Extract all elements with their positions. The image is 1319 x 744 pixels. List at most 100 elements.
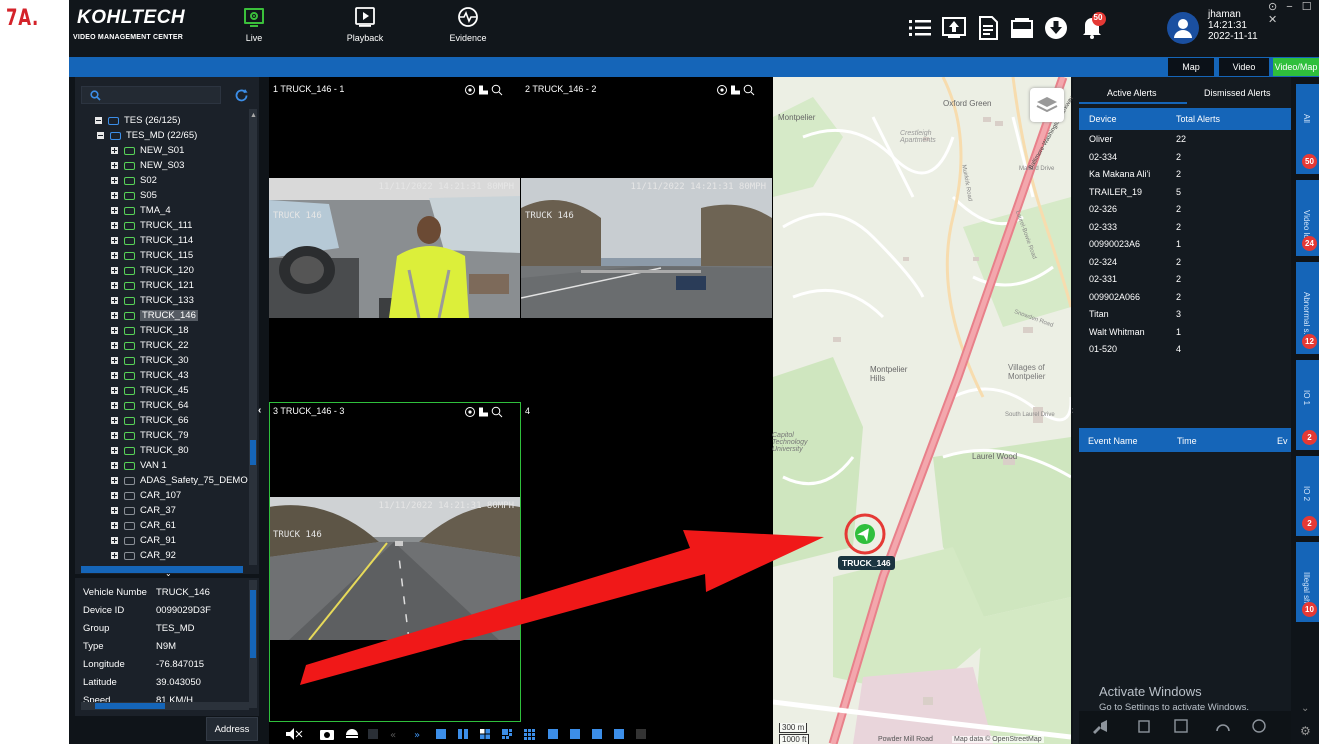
scroll-up-arrow-icon[interactable]: ▲ (250, 112, 257, 119)
tree-device-row[interactable]: CAR_61 (111, 518, 176, 533)
download-icon[interactable] (1043, 15, 1069, 41)
expand-icon[interactable] (111, 477, 118, 484)
report-icon[interactable] (975, 15, 1001, 41)
list-view-icon[interactable] (907, 15, 933, 41)
expand-icon[interactable] (111, 342, 118, 349)
tree-group-row[interactable]: TES (26/125) (95, 113, 181, 128)
tab-active-alerts[interactable]: Active Alerts (1107, 88, 1157, 98)
layout-9-icon[interactable] (524, 729, 535, 740)
tree-device-row[interactable]: TRUCK_120 (111, 263, 194, 278)
video-frame-cab[interactable]: 11/11/2022 14:21:31 80MPH TRUCK 146 (269, 178, 520, 318)
tree-device-row[interactable]: TRUCK_121 (111, 278, 194, 293)
expand-icon[interactable] (111, 387, 118, 394)
mute-icon[interactable] (286, 728, 303, 740)
tree-device-row[interactable]: TRUCK_114 (111, 233, 193, 248)
refresh-icon[interactable] (234, 88, 249, 103)
tree-device-row[interactable]: TRUCK_45 (111, 383, 189, 398)
expand-icon[interactable] (111, 282, 118, 289)
tree-horizontal-scrollbar[interactable] (81, 566, 243, 573)
tree-device-row[interactable]: TRUCK_133 (111, 293, 194, 308)
layout-6-icon[interactable] (502, 729, 512, 739)
expand-icon[interactable] (111, 462, 118, 469)
tree-device-row[interactable]: TRUCK_22 (111, 338, 189, 353)
table-row[interactable]: 02-331 2 (1089, 274, 1289, 290)
layout-1-icon[interactable] (436, 729, 446, 739)
table-row[interactable]: TRAILER_19 5 (1089, 187, 1289, 203)
tree-device-row[interactable]: TRUCK_66 (111, 413, 189, 428)
table-row[interactable]: Oliver 22 (1089, 134, 1289, 150)
table-row[interactable]: 009902A066 2 (1089, 292, 1289, 308)
storage-icon[interactable] (1009, 15, 1035, 41)
info-hscroll-thumb[interactable] (95, 703, 165, 709)
col-total-alerts[interactable]: Total Alerts (1176, 114, 1220, 124)
table-row[interactable]: 01-520 4 (1089, 344, 1289, 360)
fullscreen-icon[interactable] (368, 729, 378, 739)
expand-icon[interactable] (111, 267, 118, 274)
expand-icon[interactable] (111, 507, 118, 514)
layout-25-icon[interactable] (614, 729, 624, 739)
expand-icon[interactable] (111, 297, 118, 304)
next-icon[interactable]: » (414, 730, 420, 741)
expand-icon[interactable] (111, 147, 118, 154)
table-row[interactable]: 02-333 2 (1089, 222, 1289, 238)
expand-icon[interactable] (111, 192, 118, 199)
layout-4-icon[interactable] (480, 729, 490, 739)
col-time[interactable]: Time (1177, 436, 1197, 446)
prev-icon[interactable]: « (390, 730, 396, 741)
tree-device-row[interactable]: VAN 1 (111, 458, 167, 473)
table-row[interactable]: 00990023A6 1 (1089, 239, 1289, 255)
snapshot-icon[interactable] (320, 730, 334, 740)
panel-expand-chevron-icon[interactable]: ⌄ (1301, 703, 1309, 714)
tree-device-row[interactable]: CAR_37 (111, 503, 176, 518)
expand-icon[interactable] (111, 177, 118, 184)
settings-gear-icon[interactable]: ⚙ (1300, 724, 1311, 738)
map-layers-button[interactable] (1030, 88, 1064, 122)
alerts-toolbar-icons[interactable] (1079, 711, 1291, 744)
address-button[interactable]: Address (206, 717, 258, 741)
tree-device-row[interactable]: ADAS_Safety_75_DEMO (111, 473, 248, 488)
layout-2-icon[interactable] (458, 729, 468, 739)
tree-device-row[interactable]: S02 (111, 173, 157, 188)
collapse-chevron-icon[interactable]: ⌄ (165, 569, 172, 578)
video-toolbar-icons[interactable]: « » (286, 727, 686, 741)
tree-device-row[interactable]: TRUCK_146 (111, 308, 198, 323)
expand-icon[interactable] (111, 237, 118, 244)
tree-device-row[interactable]: TRUCK_80 (111, 443, 189, 458)
search-input[interactable] (81, 86, 221, 104)
upload-screen-icon[interactable] (941, 15, 967, 41)
tab-video-map[interactable]: Video/Map (1273, 58, 1319, 76)
tree-device-row[interactable]: TRUCK_43 (111, 368, 189, 383)
layout-36-icon[interactable] (636, 729, 646, 739)
tree-device-row[interactable]: CAR_107 (111, 488, 181, 503)
record-icon[interactable] (346, 729, 358, 738)
slot2-controls[interactable] (717, 84, 757, 96)
expand-icon[interactable] (111, 432, 118, 439)
layout-13-icon[interactable] (570, 729, 580, 739)
tree-scrollbar[interactable] (249, 109, 257, 565)
tab-video[interactable]: Video (1219, 58, 1269, 76)
expand-icon[interactable] (111, 552, 118, 559)
table-row[interactable]: 02-324 2 (1089, 257, 1289, 273)
slot1-controls[interactable] (465, 84, 505, 96)
tree-device-row[interactable]: NEW_S03 (111, 158, 184, 173)
nav-evidence-button[interactable]: Evidence (433, 3, 503, 55)
tree-device-row[interactable]: NEW_S01 (111, 143, 184, 158)
map-attribution[interactable]: Map data © OpenStreetMap (952, 736, 1044, 743)
expand-icon[interactable] (111, 537, 118, 544)
expand-icon[interactable] (111, 417, 118, 424)
tree-device-row[interactable]: TRUCK_79 (111, 428, 189, 443)
tree-scrollbar-thumb[interactable] (250, 440, 256, 465)
tree-device-row[interactable]: TRUCK_111 (111, 218, 192, 233)
tree-group-row[interactable]: TES_MD (22/65) (97, 128, 197, 143)
layout-16-icon[interactable] (592, 729, 602, 739)
map-view[interactable] (773, 77, 1071, 744)
expand-icon[interactable] (111, 162, 118, 169)
info-scrollbar-thumb[interactable] (250, 590, 256, 658)
collapse-icon[interactable] (97, 132, 104, 139)
tab-map[interactable]: Map (1168, 58, 1214, 76)
tree-device-row[interactable]: TRUCK_64 (111, 398, 189, 413)
expand-icon[interactable] (111, 492, 118, 499)
expand-icon[interactable] (111, 327, 118, 334)
expand-icon[interactable] (111, 207, 118, 214)
table-row[interactable]: Titan 3 (1089, 309, 1289, 325)
